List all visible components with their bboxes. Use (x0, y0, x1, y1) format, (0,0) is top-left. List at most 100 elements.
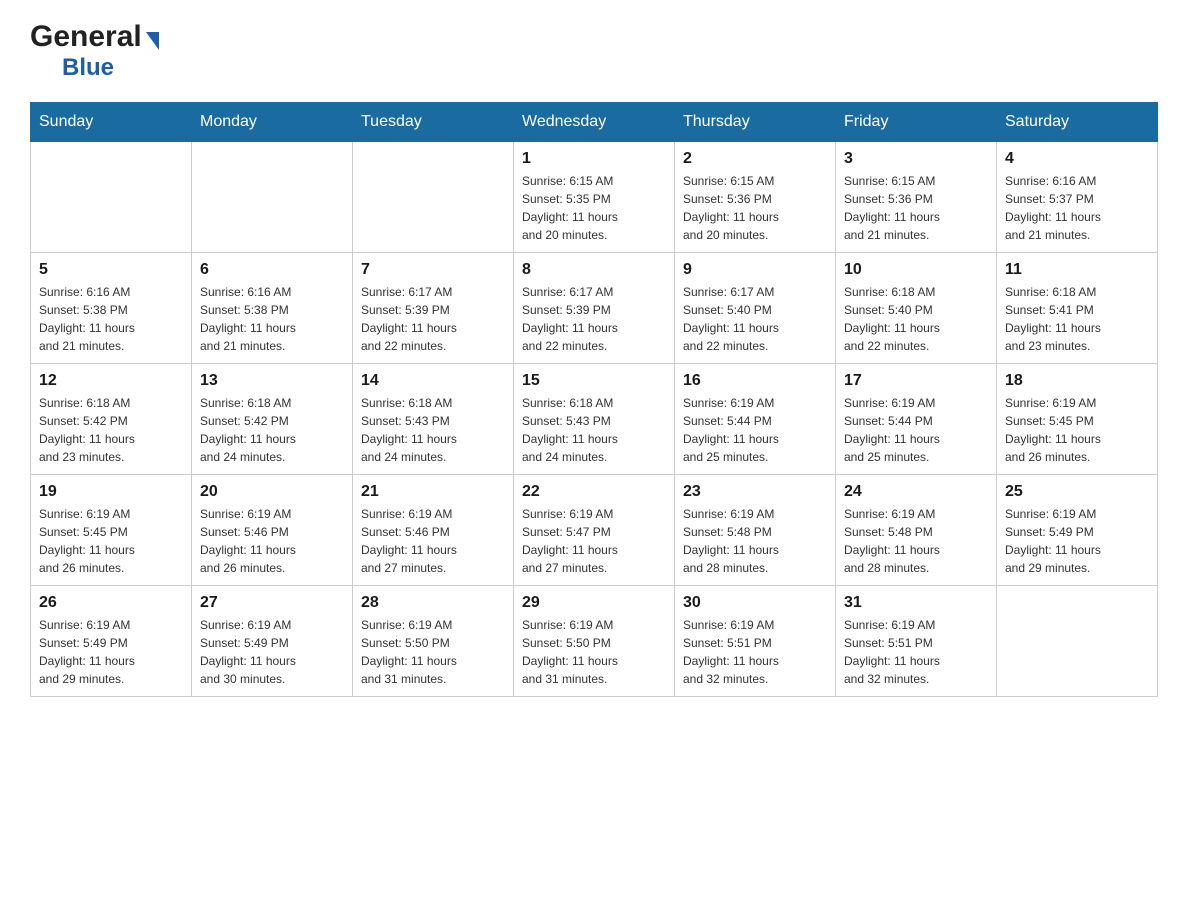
calendar-week-row: 1 Sunrise: 6:15 AM Sunset: 5:35 PM Daylig… (31, 142, 1158, 253)
calendar-cell: 3Sunrise: 6:15 AM Sunset: 5:36 PM Daylig… (836, 142, 997, 253)
column-header-monday: Monday (192, 103, 353, 142)
day-info: Sunrise: 6:17 AM Sunset: 5:39 PM Dayligh… (522, 283, 666, 355)
calendar-cell: 10Sunrise: 6:18 AM Sunset: 5:40 PM Dayli… (836, 253, 997, 364)
logo-general-text: General (30, 20, 142, 54)
calendar-cell: 25 Sunrise: 6:19 AM Sunset: 5:49 PM Dayli… (997, 475, 1158, 586)
column-header-saturday: Saturday (997, 103, 1158, 142)
calendar-cell: 30 Sunrise: 6:19 AM Sunset: 5:51 PM Dayli… (675, 586, 836, 697)
day-info: Sunrise: 6:19 AM Sunset: 5:44 PM Dayligh… (683, 394, 827, 466)
calendar-cell: 24 Sunrise: 6:19 AM Sunset: 5:48 PM Dayli… (836, 475, 997, 586)
day-info: Sunrise: 6:19 AM Sunset: 5:50 PM Dayligh… (361, 616, 505, 688)
calendar-week-row: 19Sunrise: 6:19 AM Sunset: 5:45 PM Dayli… (31, 475, 1158, 586)
day-info: Sunrise: 6:19 AM Sunset: 5:49 PM Dayligh… (1005, 505, 1149, 577)
day-info: Sunrise: 6:18 AM Sunset: 5:43 PM Dayligh… (361, 394, 505, 466)
day-number: 13 (200, 372, 344, 390)
day-number: 23 (683, 483, 827, 501)
day-number: 4 (1005, 150, 1149, 168)
calendar-cell: 13 Sunrise: 6:18 AM Sunset: 5:42 PM Dayli… (192, 364, 353, 475)
day-number: 20 (200, 483, 344, 501)
day-number: 30 (683, 594, 827, 612)
calendar-cell: 28 Sunrise: 6:19 AM Sunset: 5:50 PM Dayli… (353, 586, 514, 697)
day-number: 24 (844, 483, 988, 501)
day-number: 22 (522, 483, 666, 501)
day-number: 3 (844, 150, 988, 168)
calendar-cell: 14 Sunrise: 6:18 AM Sunset: 5:43 PM Dayli… (353, 364, 514, 475)
calendar-cell: 20 Sunrise: 6:19 AM Sunset: 5:46 PM Dayli… (192, 475, 353, 586)
day-info: Sunrise: 6:19 AM Sunset: 5:44 PM Dayligh… (844, 394, 988, 466)
day-info: Sunrise: 6:18 AM Sunset: 5:42 PM Dayligh… (39, 394, 183, 466)
calendar-cell: 27 Sunrise: 6:19 AM Sunset: 5:49 PM Dayli… (192, 586, 353, 697)
day-info: Sunrise: 6:18 AM Sunset: 5:40 PM Dayligh… (844, 283, 988, 355)
day-info: Sunrise: 6:18 AM Sunset: 5:41 PM Dayligh… (1005, 283, 1149, 355)
day-info: Sunrise: 6:15 AM Sunset: 5:36 PM Dayligh… (683, 172, 827, 244)
day-number: 9 (683, 261, 827, 279)
day-info: Sunrise: 6:15 AM Sunset: 5:35 PM Dayligh… (522, 172, 666, 244)
day-number: 21 (361, 483, 505, 501)
column-header-friday: Friday (836, 103, 997, 142)
calendar-cell: 29Sunrise: 6:19 AM Sunset: 5:50 PM Dayli… (514, 586, 675, 697)
day-number: 12 (39, 372, 183, 390)
calendar-header-row: SundayMondayTuesdayWednesdayThursdayFrid… (31, 103, 1158, 142)
day-number: 11 (1005, 261, 1149, 279)
calendar-cell: 2 Sunrise: 6:15 AM Sunset: 5:36 PM Daylig… (675, 142, 836, 253)
day-info: Sunrise: 6:19 AM Sunset: 5:49 PM Dayligh… (200, 616, 344, 688)
day-info: Sunrise: 6:19 AM Sunset: 5:51 PM Dayligh… (683, 616, 827, 688)
day-number: 17 (844, 372, 988, 390)
calendar-cell (192, 142, 353, 253)
day-info: Sunrise: 6:17 AM Sunset: 5:39 PM Dayligh… (361, 283, 505, 355)
day-number: 31 (844, 594, 988, 612)
day-number: 1 (522, 150, 666, 168)
day-info: Sunrise: 6:19 AM Sunset: 5:47 PM Dayligh… (522, 505, 666, 577)
logo: General Blue (30, 20, 159, 82)
calendar-cell: 19Sunrise: 6:19 AM Sunset: 5:45 PM Dayli… (31, 475, 192, 586)
calendar-cell: 26 Sunrise: 6:19 AM Sunset: 5:49 PM Dayli… (31, 586, 192, 697)
day-number: 27 (200, 594, 344, 612)
day-info: Sunrise: 6:19 AM Sunset: 5:46 PM Dayligh… (361, 505, 505, 577)
day-info: Sunrise: 6:19 AM Sunset: 5:48 PM Dayligh… (844, 505, 988, 577)
calendar-week-row: 12 Sunrise: 6:18 AM Sunset: 5:42 PM Dayli… (31, 364, 1158, 475)
calendar-week-row: 26 Sunrise: 6:19 AM Sunset: 5:49 PM Dayli… (31, 586, 1158, 697)
column-header-sunday: Sunday (31, 103, 192, 142)
calendar-week-row: 5 Sunrise: 6:16 AM Sunset: 5:38 PM Daylig… (31, 253, 1158, 364)
calendar-cell (353, 142, 514, 253)
day-info: Sunrise: 6:19 AM Sunset: 5:49 PM Dayligh… (39, 616, 183, 688)
day-number: 28 (361, 594, 505, 612)
day-number: 25 (1005, 483, 1149, 501)
calendar-cell: 4 Sunrise: 6:16 AM Sunset: 5:37 PM Daylig… (997, 142, 1158, 253)
calendar-cell: 7 Sunrise: 6:17 AM Sunset: 5:39 PM Daylig… (353, 253, 514, 364)
day-info: Sunrise: 6:19 AM Sunset: 5:45 PM Dayligh… (1005, 394, 1149, 466)
day-info: Sunrise: 6:19 AM Sunset: 5:48 PM Dayligh… (683, 505, 827, 577)
logo-triangle-icon (146, 32, 159, 50)
page-header: General Blue (30, 20, 1158, 82)
calendar-cell: 17 Sunrise: 6:19 AM Sunset: 5:44 PM Dayli… (836, 364, 997, 475)
calendar-cell: 5Sunrise: 6:16 AM Sunset: 5:38 PM Daylig… (31, 253, 192, 364)
day-number: 15 (522, 372, 666, 390)
calendar-cell (997, 586, 1158, 697)
calendar-cell: 11 Sunrise: 6:18 AM Sunset: 5:41 PM Dayli… (997, 253, 1158, 364)
calendar-table: SundayMondayTuesdayWednesdayThursdayFrid… (30, 102, 1158, 697)
calendar-cell: 8Sunrise: 6:17 AM Sunset: 5:39 PM Daylig… (514, 253, 675, 364)
day-number: 2 (683, 150, 827, 168)
day-info: Sunrise: 6:19 AM Sunset: 5:45 PM Dayligh… (39, 505, 183, 577)
calendar-cell: 6 Sunrise: 6:16 AM Sunset: 5:38 PM Daylig… (192, 253, 353, 364)
column-header-tuesday: Tuesday (353, 103, 514, 142)
day-number: 6 (200, 261, 344, 279)
calendar-cell: 21 Sunrise: 6:19 AM Sunset: 5:46 PM Dayli… (353, 475, 514, 586)
day-info: Sunrise: 6:16 AM Sunset: 5:38 PM Dayligh… (200, 283, 344, 355)
day-info: Sunrise: 6:17 AM Sunset: 5:40 PM Dayligh… (683, 283, 827, 355)
calendar-cell (31, 142, 192, 253)
day-info: Sunrise: 6:19 AM Sunset: 5:46 PM Dayligh… (200, 505, 344, 577)
day-number: 5 (39, 261, 183, 279)
calendar-cell: 23 Sunrise: 6:19 AM Sunset: 5:48 PM Dayli… (675, 475, 836, 586)
calendar-cell: 31 Sunrise: 6:19 AM Sunset: 5:51 PM Dayli… (836, 586, 997, 697)
day-info: Sunrise: 6:19 AM Sunset: 5:50 PM Dayligh… (522, 616, 666, 688)
day-info: Sunrise: 6:19 AM Sunset: 5:51 PM Dayligh… (844, 616, 988, 688)
day-number: 14 (361, 372, 505, 390)
day-info: Sunrise: 6:18 AM Sunset: 5:42 PM Dayligh… (200, 394, 344, 466)
day-number: 16 (683, 372, 827, 390)
day-number: 7 (361, 261, 505, 279)
day-number: 18 (1005, 372, 1149, 390)
day-info: Sunrise: 6:16 AM Sunset: 5:37 PM Dayligh… (1005, 172, 1149, 244)
calendar-cell: 16 Sunrise: 6:19 AM Sunset: 5:44 PM Dayli… (675, 364, 836, 475)
day-number: 26 (39, 594, 183, 612)
